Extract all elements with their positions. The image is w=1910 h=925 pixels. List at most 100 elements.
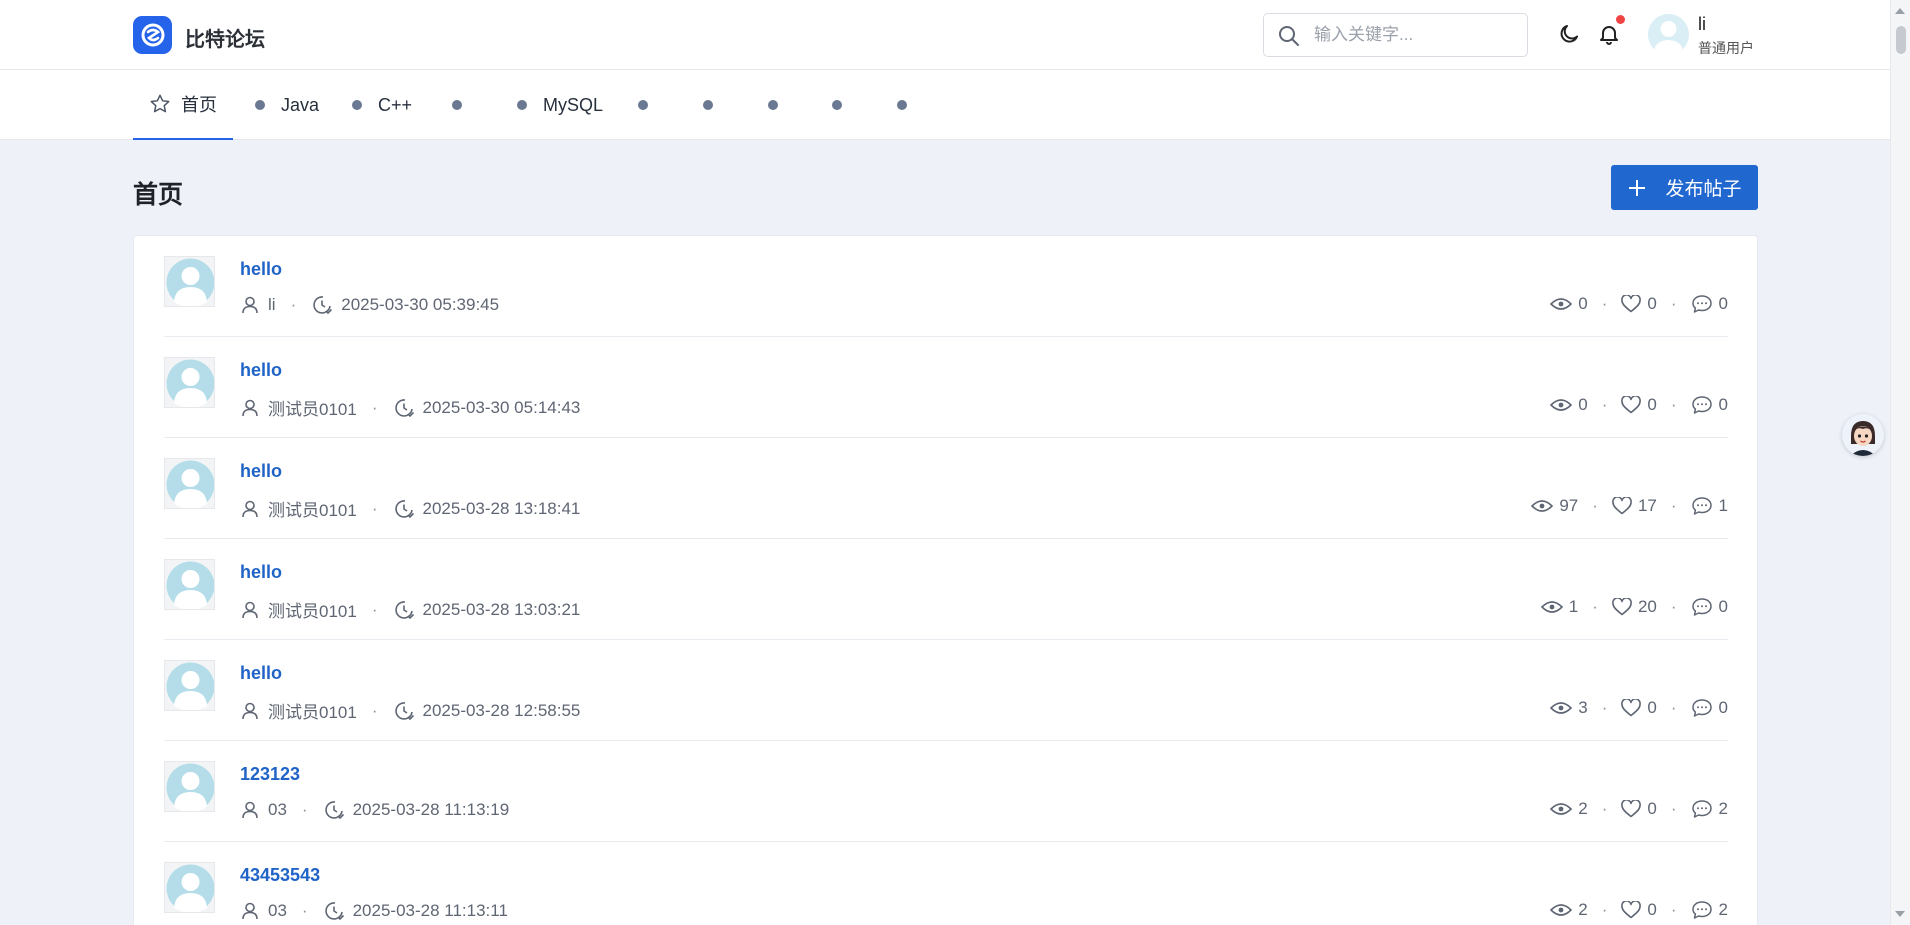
clock-icon bbox=[393, 498, 415, 520]
tab-unlabeled-6[interactable] bbox=[897, 70, 907, 140]
meta-separator: · bbox=[290, 295, 297, 314]
comment-icon[interactable] bbox=[1691, 597, 1713, 617]
post-stats: 97 · 17 · 1 bbox=[1531, 496, 1728, 516]
post-stats: 2 · 0 · 2 bbox=[1550, 799, 1728, 819]
comment-icon[interactable] bbox=[1691, 698, 1713, 718]
user-name[interactable]: li bbox=[1698, 14, 1706, 35]
tab-label: C++ bbox=[378, 94, 413, 115]
post-list: hello li · 2025-03-30 05:39:45 0 · 0 · 0 hello 测试员… bbox=[133, 235, 1758, 925]
author-avatar[interactable] bbox=[164, 458, 215, 509]
comment-icon[interactable] bbox=[1691, 294, 1713, 314]
author-avatar[interactable] bbox=[164, 256, 215, 307]
tab-unlabeled-4[interactable] bbox=[768, 70, 778, 140]
meta-separator: · bbox=[371, 397, 378, 417]
brand-name[interactable]: 比特论坛 bbox=[185, 23, 265, 52]
tab-mysql[interactable]: MySQL bbox=[517, 70, 603, 140]
post-row[interactable]: hello li · 2025-03-30 05:39:45 0 · 0 · 0 bbox=[164, 236, 1728, 337]
tab-cpp[interactable]: C++ bbox=[352, 70, 412, 140]
tab-unlabeled-1[interactable] bbox=[452, 70, 462, 140]
post-row[interactable]: hello 测试员0101 · 2025-03-28 13:03:21 1 · 20 · 0 bbox=[164, 539, 1728, 640]
post-title[interactable]: hello bbox=[240, 562, 282, 583]
post-title[interactable]: hello bbox=[240, 461, 282, 482]
search-icon[interactable] bbox=[1278, 25, 1300, 52]
post-title[interactable]: hello bbox=[240, 259, 282, 280]
user-avatar[interactable] bbox=[1648, 14, 1689, 55]
stats-separator: · bbox=[1670, 597, 1677, 616]
like-count: 20 bbox=[1637, 597, 1657, 616]
post-author[interactable]: li bbox=[268, 295, 276, 315]
tab-java[interactable]: Java bbox=[255, 70, 319, 140]
heart-icon[interactable] bbox=[1621, 295, 1642, 313]
author-avatar[interactable] bbox=[164, 660, 215, 711]
post-row[interactable]: hello 测试员0101 · 2025-03-28 13:18:41 97 · 17 · 1 bbox=[164, 438, 1728, 539]
tab-dot bbox=[352, 100, 362, 110]
comment-icon[interactable] bbox=[1691, 799, 1713, 819]
comment-count: 2 bbox=[1718, 799, 1728, 818]
post-meta: 03 · 2025-03-28 11:13:19 bbox=[240, 799, 509, 821]
tab-dot bbox=[897, 100, 907, 110]
stats-separator: · bbox=[1670, 395, 1677, 414]
post-row[interactable]: hello 测试员0101 · 2025-03-28 12:58:55 3 · 0 · 0 bbox=[164, 640, 1728, 741]
assistant-avatar-icon[interactable] bbox=[1842, 414, 1884, 456]
stats-separator: · bbox=[1601, 698, 1608, 717]
post-row[interactable]: 43453543 03 · 2025-03-28 11:13:11 2 · 0 · 2 bbox=[164, 842, 1728, 925]
stats-separator: · bbox=[1592, 496, 1598, 515]
heart-icon[interactable] bbox=[1621, 901, 1642, 919]
heart-icon[interactable] bbox=[1612, 497, 1632, 515]
heart-icon[interactable] bbox=[1612, 598, 1632, 616]
scroll-down-arrow[interactable] bbox=[1895, 911, 1905, 917]
page-scrollbar[interactable] bbox=[1890, 0, 1910, 925]
post-row[interactable]: hello 测试员0101 · 2025-03-30 05:14:43 0 · 0 · 0 bbox=[164, 337, 1728, 438]
tab-dot bbox=[638, 100, 648, 110]
post-row[interactable]: 123123 03 · 2025-03-28 11:13:19 2 · 0 · 2 bbox=[164, 741, 1728, 842]
scroll-thumb[interactable] bbox=[1896, 26, 1906, 54]
tab-home[interactable]: 首页 bbox=[133, 70, 233, 140]
post-title[interactable]: 43453543 bbox=[240, 865, 320, 886]
search-box[interactable] bbox=[1263, 13, 1528, 57]
brand-logo-icon[interactable] bbox=[133, 16, 172, 54]
heart-icon[interactable] bbox=[1621, 396, 1642, 414]
author-avatar[interactable] bbox=[164, 559, 215, 610]
post-time: 2025-03-28 11:13:11 bbox=[352, 901, 508, 920]
tab-unlabeled-2[interactable] bbox=[638, 70, 648, 140]
post-author[interactable]: 测试员0101 bbox=[268, 395, 357, 420]
category-tabs: 首页 Java C++ MySQL bbox=[0, 70, 1890, 140]
view-count: 0 bbox=[1578, 294, 1588, 313]
like-count: 0 bbox=[1647, 698, 1657, 717]
post-author[interactable]: 测试员0101 bbox=[268, 597, 357, 622]
post-author[interactable]: 03 bbox=[268, 901, 287, 921]
tab-dot bbox=[517, 100, 527, 110]
post-title[interactable]: hello bbox=[240, 360, 282, 381]
comment-icon[interactable] bbox=[1691, 496, 1713, 516]
tab-unlabeled-3[interactable] bbox=[703, 70, 713, 140]
tab-unlabeled-5[interactable] bbox=[832, 70, 842, 140]
author-avatar[interactable] bbox=[164, 357, 215, 408]
meta-separator: · bbox=[301, 800, 308, 819]
publish-post-button[interactable]: 发布帖子 bbox=[1611, 165, 1758, 210]
post-author[interactable]: 03 bbox=[268, 800, 287, 820]
post-author[interactable]: 测试员0101 bbox=[268, 698, 357, 723]
eye-icon bbox=[1550, 296, 1573, 312]
search-input[interactable] bbox=[1314, 20, 1514, 50]
post-meta: 03 · 2025-03-28 11:13:11 bbox=[240, 900, 508, 922]
post-meta: 测试员0101 · 2025-03-28 12:58:55 bbox=[240, 698, 580, 723]
dark-mode-moon-icon[interactable] bbox=[1557, 22, 1581, 51]
author-avatar[interactable] bbox=[164, 862, 215, 913]
author-avatar[interactable] bbox=[164, 761, 215, 812]
tab-label: 首页 bbox=[181, 95, 217, 115]
post-title[interactable]: hello bbox=[240, 663, 282, 684]
comment-icon[interactable] bbox=[1691, 900, 1713, 920]
tab-label: MySQL bbox=[543, 94, 604, 115]
post-title[interactable]: 123123 bbox=[240, 764, 300, 785]
tab-label: Java bbox=[281, 94, 320, 115]
post-stats: 1 · 20 · 0 bbox=[1540, 597, 1728, 617]
tab-dot bbox=[255, 100, 265, 110]
heart-icon[interactable] bbox=[1621, 699, 1642, 717]
publish-label: 发布帖子 bbox=[1665, 179, 1742, 200]
scroll-up-arrow[interactable] bbox=[1895, 8, 1905, 14]
comment-icon[interactable] bbox=[1691, 395, 1713, 415]
clock-icon bbox=[323, 799, 345, 821]
heart-icon[interactable] bbox=[1621, 800, 1642, 818]
post-author[interactable]: 测试员0101 bbox=[268, 496, 357, 521]
notification-bell-icon[interactable] bbox=[1597, 22, 1621, 51]
